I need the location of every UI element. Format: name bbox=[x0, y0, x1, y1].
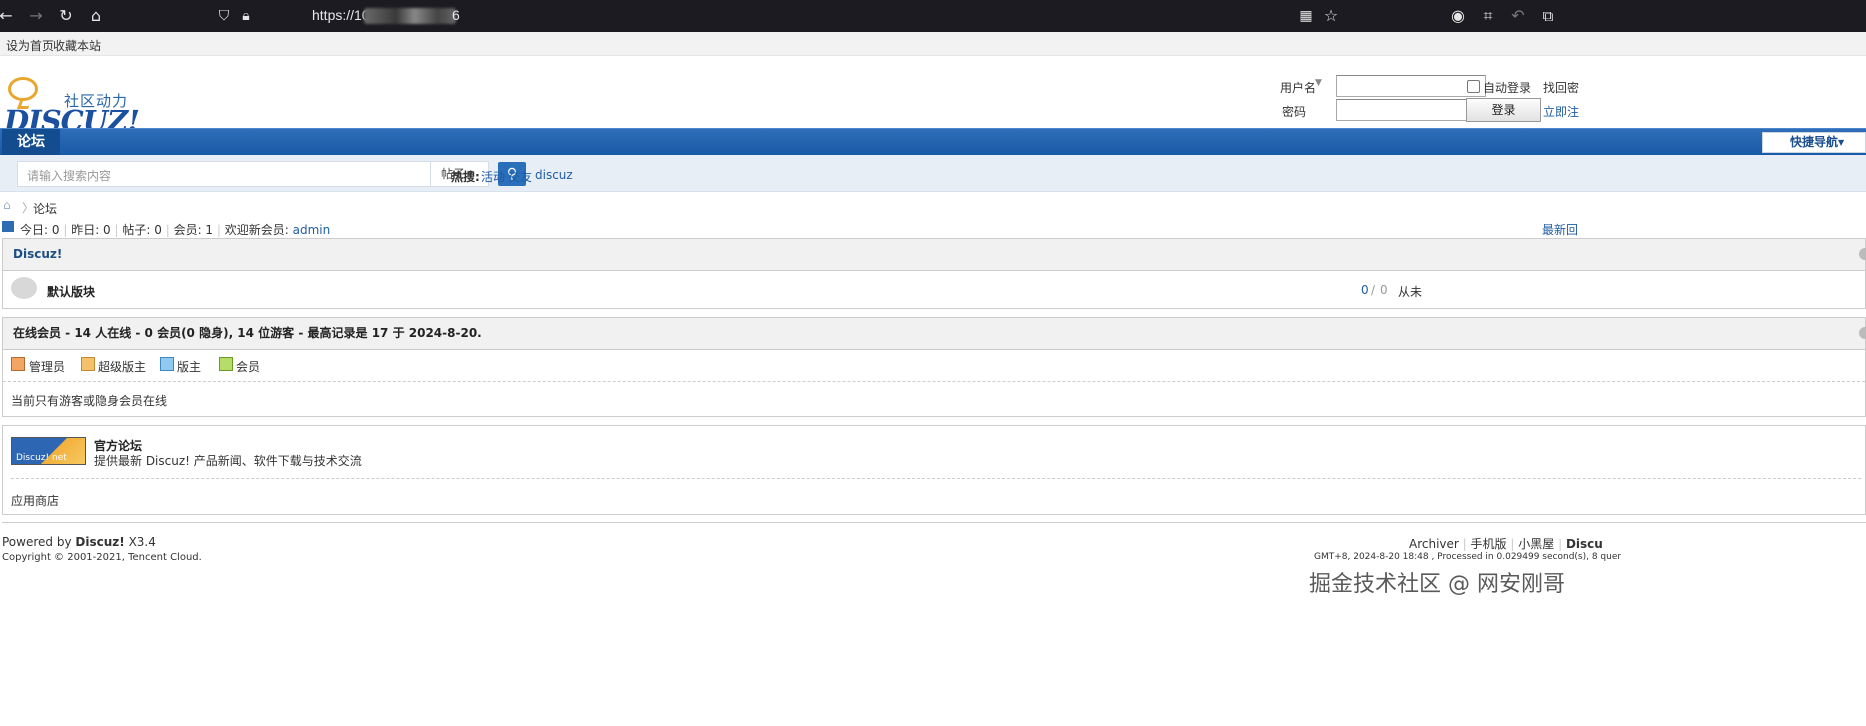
stat-yesterday: 昨日: 0 bbox=[71, 223, 111, 237]
forum-last-post: 从未 bbox=[1398, 285, 1423, 299]
admin-icon bbox=[11, 357, 25, 371]
quick-nav-label: 快捷导航 bbox=[1790, 135, 1839, 149]
latest-replies-link[interactable]: 最新回 bbox=[1542, 221, 1578, 238]
password-label: 密码 bbox=[1282, 105, 1307, 119]
home-icon[interactable]: ⌂ bbox=[85, 5, 107, 27]
tab-forum[interactable]: 论坛 bbox=[2, 129, 60, 156]
username-label: 用户名 bbox=[1280, 81, 1317, 95]
online-members: 在线会员 - 14 人在线 - 0 会员(0 隐身), 14 位游客 - 最高记… bbox=[2, 317, 1866, 417]
legend-moderator: 版主 bbox=[177, 360, 202, 374]
hot-term-link[interactable]: 交友 bbox=[508, 168, 532, 185]
forum-threads: 0 bbox=[1361, 283, 1369, 297]
stat-members: 会员: 1 bbox=[173, 223, 214, 237]
forum-category: Discuz! 默认版块 0 / 0 从未 bbox=[2, 238, 1866, 309]
back-icon[interactable]: ← bbox=[0, 5, 17, 27]
app-store-link[interactable]: 应用商店 bbox=[11, 492, 59, 509]
undo-icon[interactable]: ↶ bbox=[1507, 5, 1529, 27]
caret-down-icon: ▼ bbox=[1838, 138, 1845, 147]
forum-row[interactable]: 默认版块 0 / 0 从未 bbox=[3, 271, 1865, 308]
new-member-link[interactable]: admin bbox=[293, 223, 331, 237]
footer-link-discuz[interactable]: Discu bbox=[1566, 537, 1603, 551]
breadcrumb-current[interactable]: 论坛 bbox=[33, 200, 57, 217]
legend-member: 会员 bbox=[236, 360, 261, 374]
extensions-icon[interactable]: ⧉ bbox=[1537, 5, 1559, 27]
footer-divider bbox=[2, 522, 1866, 523]
forum-name[interactable]: 默认版块 bbox=[47, 283, 95, 300]
home-icon[interactable]: ⌂ bbox=[3, 199, 15, 211]
forum-icon bbox=[11, 277, 37, 299]
discuz-net-logo[interactable]: Discuz! net bbox=[11, 437, 86, 465]
version-text: X3.4 bbox=[128, 535, 156, 549]
site-logo[interactable]: 社区动力 DISCUZ! bbox=[2, 66, 140, 138]
top-utility-nav: 设为首页 收藏本站 bbox=[0, 32, 1866, 56]
qr-icon[interactable]: ▦ bbox=[1295, 5, 1317, 27]
password-input[interactable] bbox=[1336, 99, 1486, 121]
divider bbox=[11, 478, 1861, 479]
footer-stats: GMT+8, 2024-8-20 18:48 , Processed in 0.… bbox=[1314, 552, 1622, 562]
register-link[interactable]: 立即注 bbox=[1543, 103, 1579, 120]
collapse-icon[interactable] bbox=[1859, 327, 1866, 339]
url-redacted bbox=[364, 8, 456, 24]
browser-toolbar: ← → ↻ ⌂ ⛉ 🔒︎ https://101 6 ▦ ☆ ◉ ⌗ ↶ ⧉ bbox=[0, 0, 1866, 32]
watermark: 掘金技术社区 @ 网安刚哥 bbox=[1309, 572, 1565, 597]
stats-chart-icon bbox=[2, 221, 14, 232]
search-bar: 请输入搜索内容 帖子 ▼ ⚲ 热搜: 活动 交友 discuz bbox=[0, 155, 1866, 192]
collapse-icon[interactable] bbox=[1859, 248, 1866, 260]
stat-today: 今日: 0 bbox=[20, 223, 60, 237]
lock-icon[interactable]: 🔒︎ bbox=[235, 5, 257, 27]
username-input[interactable] bbox=[1336, 75, 1486, 97]
super-moderator-icon bbox=[81, 357, 95, 371]
login-button[interactable]: 登录 bbox=[1466, 98, 1541, 122]
quick-nav-button[interactable]: 快捷导航 ▼ bbox=[1762, 132, 1866, 153]
forum-posts: 0 bbox=[1380, 283, 1388, 297]
hot-term-link[interactable]: 活动 bbox=[481, 168, 505, 185]
crop-icon[interactable]: ⌗ bbox=[1477, 5, 1499, 27]
copyright: Copyright © 2001-2021, Tencent Cloud. bbox=[2, 552, 202, 563]
category-title-text: Discuz! bbox=[13, 247, 63, 261]
stats-line: 今日: 0 | 昨日: 0 | 帖子: 0 | 会员: 1 | 欢迎新会员: a… bbox=[20, 223, 331, 237]
powered-brand-link[interactable]: Discuz! bbox=[75, 535, 124, 549]
forum-count-separator: / bbox=[1371, 283, 1376, 297]
online-title-text: 在线会员 - 14 人在线 - 0 会员(0 隐身), 14 位游客 - 最高记… bbox=[13, 326, 482, 340]
footer-link-blacklist[interactable]: 小黑屋 bbox=[1518, 537, 1554, 551]
member-icon bbox=[219, 357, 233, 371]
powered-prefix: Powered by bbox=[2, 535, 72, 549]
search-box: 请输入搜索内容 帖子 ▼ bbox=[17, 161, 489, 187]
official-forum-desc: 提供最新 Discuz! 产品新闻、软件下载与技术交流 bbox=[94, 454, 362, 468]
footer-link-archiver[interactable]: Archiver bbox=[1409, 537, 1459, 551]
star-icon[interactable]: ☆ bbox=[1320, 5, 1342, 27]
account-icon[interactable]: ◉ bbox=[1447, 5, 1469, 27]
auto-login-label: 自动登录 bbox=[1483, 81, 1532, 95]
stat-welcome: 欢迎新会员: bbox=[224, 223, 289, 237]
hot-term-link[interactable]: discuz bbox=[535, 168, 573, 182]
speech-bubble-icon bbox=[8, 77, 38, 101]
category-title[interactable]: Discuz! bbox=[3, 239, 1865, 271]
chevron-down-icon[interactable]: ▼ bbox=[1315, 78, 1322, 88]
url-text-end: 6 bbox=[452, 7, 460, 23]
footer-link-mobile[interactable]: 手机版 bbox=[1471, 537, 1507, 551]
stat-posts: 帖子: 0 bbox=[122, 223, 162, 237]
bookmark-link[interactable]: 收藏本站 bbox=[53, 37, 101, 54]
online-legend: 管理员 超级版主 版主 会员 bbox=[3, 350, 1865, 382]
search-input[interactable]: 请输入搜索内容 bbox=[27, 167, 111, 184]
reload-icon[interactable]: ↻ bbox=[55, 5, 77, 27]
forward-icon[interactable]: → bbox=[25, 5, 47, 27]
online-note: 当前只有游客或隐身会员在线 bbox=[11, 394, 168, 408]
shield-icon[interactable]: ⛉ bbox=[213, 5, 235, 27]
moderator-icon bbox=[160, 357, 174, 371]
legend-super-moderator: 超级版主 bbox=[98, 360, 147, 374]
main-nav: 论坛 快捷导航 ▼ bbox=[0, 128, 1866, 156]
discuz-net-logo-text: Discuz! net bbox=[16, 453, 67, 463]
find-password-link[interactable]: 找回密 bbox=[1543, 79, 1579, 96]
auto-login-checkbox[interactable] bbox=[1467, 80, 1480, 93]
footer-links: Archiver | 手机版 | 小黑屋 | Discu bbox=[1409, 537, 1603, 551]
friend-links: Discuz! net 官方论坛 提供最新 Discuz! 产品新闻、软件下载与… bbox=[2, 425, 1866, 515]
powered-by: Powered by Discuz! X3.4 bbox=[2, 535, 156, 549]
legend-admin: 管理员 bbox=[29, 360, 66, 374]
set-home-link[interactable]: 设为首页 bbox=[6, 37, 54, 54]
online-title[interactable]: 在线会员 - 14 人在线 - 0 会员(0 隐身), 14 位游客 - 最高记… bbox=[3, 318, 1865, 350]
header: 社区动力 DISCUZ! 用户名 ▼ 自动登录 找回密 密码 登录 立即注 bbox=[0, 56, 1866, 138]
hot-search-label: 热搜: bbox=[451, 170, 480, 184]
